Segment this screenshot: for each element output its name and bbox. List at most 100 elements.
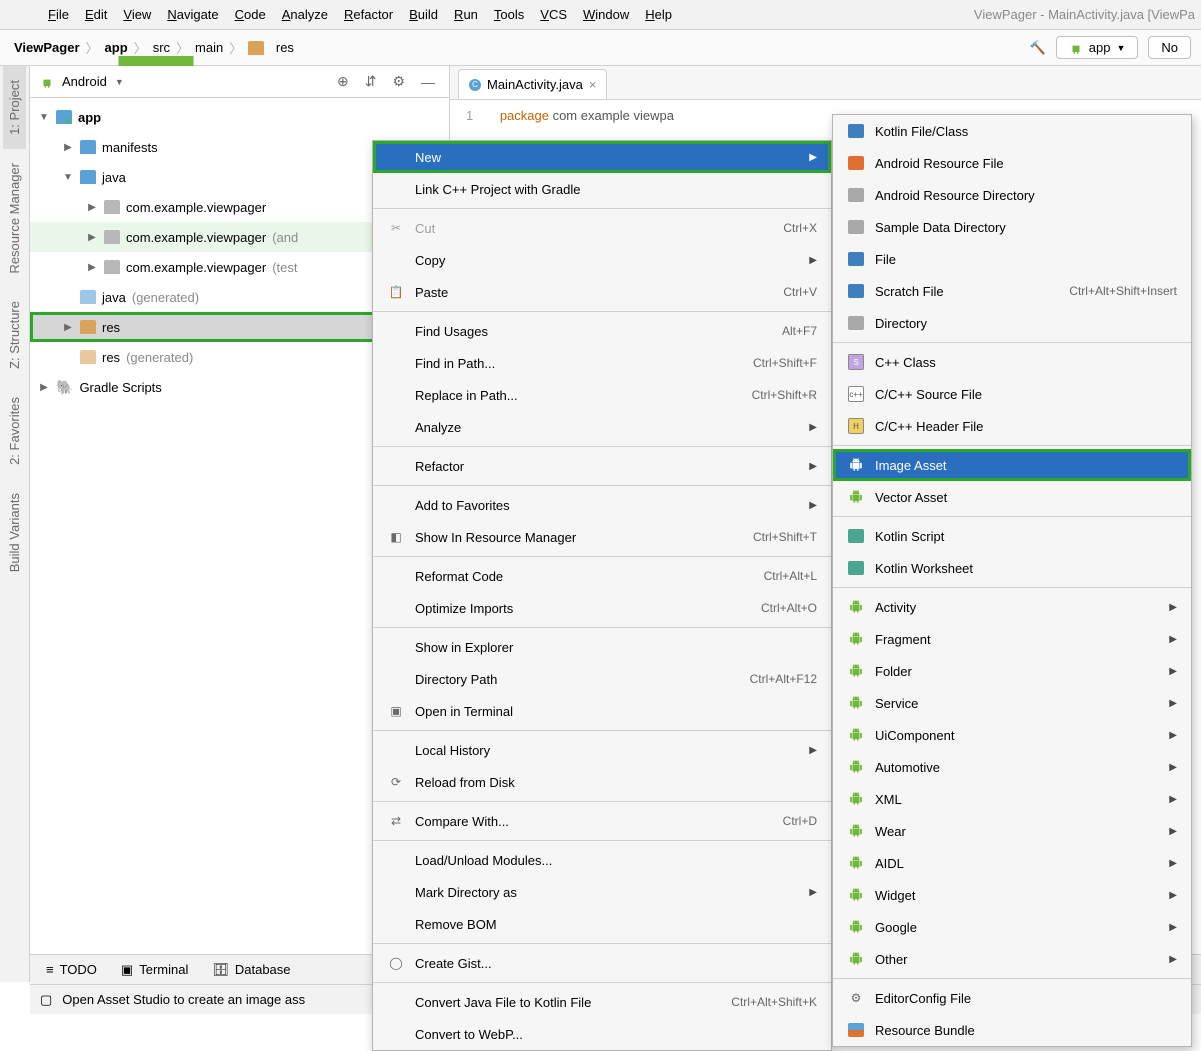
menu-item-sample-data-directory[interactable]: Sample Data Directory [833, 211, 1191, 243]
close-icon[interactable]: × [589, 77, 597, 92]
menu-item-c-c-header-file[interactable]: HC/C++ Header File [833, 410, 1191, 442]
bottom-tab-terminal[interactable]: ▣Terminal [121, 962, 188, 978]
expand-arrow-icon[interactable]: ▶ [62, 142, 74, 153]
menu-tools[interactable]: Tools [486, 7, 532, 22]
device-dropdown[interactable]: No [1148, 36, 1191, 59]
menu-analyze[interactable]: Analyze [274, 7, 336, 22]
expand-arrow-icon[interactable]: ▼ [38, 112, 50, 123]
expand-arrow-icon[interactable]: ▶ [86, 202, 98, 213]
menu-build[interactable]: Build [401, 7, 446, 22]
menu-item-automotive[interactable]: Automotive▶ [833, 751, 1191, 783]
menu-file[interactable]: File [40, 7, 77, 22]
menu-run[interactable]: Run [446, 7, 486, 22]
menu-item-convert-java-file-to-kotlin-file[interactable]: Convert Java File to Kotlin FileCtrl+Alt… [373, 986, 831, 1018]
menu-item-local-history[interactable]: Local History▶ [373, 734, 831, 766]
collapse-all-icon[interactable]: ⇵ [361, 73, 381, 90]
expand-arrow-icon[interactable]: ▼ [62, 172, 74, 183]
menu-item-directory[interactable]: Directory [833, 307, 1191, 339]
menu-navigate[interactable]: Navigate [159, 7, 226, 22]
menu-help[interactable]: Help [637, 7, 680, 22]
select-opened-file-icon[interactable]: ⊕ [333, 73, 353, 90]
expand-arrow-icon[interactable]: ▶ [86, 232, 98, 243]
menu-item-compare-with-[interactable]: ⇄Compare With...Ctrl+D [373, 805, 831, 837]
menu-item-fragment[interactable]: Fragment▶ [833, 623, 1191, 655]
menu-item-kotlin-file-class[interactable]: Kotlin File/Class [833, 115, 1191, 147]
menu-item-reformat-code[interactable]: Reformat CodeCtrl+Alt+L [373, 560, 831, 592]
menu-item-add-to-favorites[interactable]: Add to Favorites▶ [373, 489, 831, 521]
breadcrumb-app[interactable]: app [101, 40, 132, 55]
menu-item-other[interactable]: Other▶ [833, 943, 1191, 975]
menu-vcs[interactable]: VCS [532, 7, 575, 22]
menu-item-copy[interactable]: Copy▶ [373, 244, 831, 276]
menu-item-kotlin-worksheet[interactable]: Kotlin Worksheet [833, 552, 1191, 584]
menu-item-analyze[interactable]: Analyze▶ [373, 411, 831, 443]
hide-icon[interactable]: — [417, 74, 439, 90]
side-tab-1-project[interactable]: 1: Project [3, 66, 26, 149]
run-configuration-dropdown[interactable]: app ▼ [1056, 36, 1139, 59]
menu-item-load-unload-modules-[interactable]: Load/Unload Modules... [373, 844, 831, 876]
expand-arrow-icon[interactable]: ▶ [62, 322, 74, 333]
menu-refactor[interactable]: Refactor [336, 7, 401, 22]
expand-arrow-icon[interactable]: ▶ [86, 262, 98, 273]
tree-item-app[interactable]: ▼app [30, 102, 449, 132]
menu-edit[interactable]: Edit [77, 7, 115, 22]
side-tab-resource-manager[interactable]: Resource Manager [3, 149, 26, 288]
gear-icon[interactable] [388, 73, 409, 90]
menu-item-vector-asset[interactable]: Vector Asset [833, 481, 1191, 513]
bottom-tab-todo[interactable]: ≡TODO [46, 962, 97, 977]
menu-item-link-c-project-with-gradle[interactable]: Link C++ Project with Gradle [373, 173, 831, 205]
breadcrumb-root[interactable]: ViewPager [10, 40, 84, 55]
menu-item-directory-path[interactable]: Directory PathCtrl+Alt+F12 [373, 663, 831, 695]
breadcrumb-src[interactable]: src [149, 40, 174, 55]
menu-item-google[interactable]: Google▶ [833, 911, 1191, 943]
menu-item-c-class[interactable]: SC++ Class [833, 346, 1191, 378]
tree-suffix: (generated) [126, 350, 193, 365]
menu-item-file[interactable]: File [833, 243, 1191, 275]
menu-item-image-asset[interactable]: Image Asset [833, 449, 1191, 481]
menu-item-remove-bom[interactable]: Remove BOM [373, 908, 831, 940]
menu-item-kotlin-script[interactable]: Kotlin Script [833, 520, 1191, 552]
project-view-mode[interactable]: Android [62, 74, 107, 89]
menu-item-replace-in-path-[interactable]: Replace in Path...Ctrl+Shift+R [373, 379, 831, 411]
expand-arrow-icon[interactable]: ▶ [38, 382, 50, 393]
menu-item-xml[interactable]: XML▶ [833, 783, 1191, 815]
breadcrumb-res[interactable]: res [244, 40, 298, 55]
menu-item-folder[interactable]: Folder▶ [833, 655, 1191, 687]
menu-window[interactable]: Window [575, 7, 637, 22]
menu-item-find-in-path-[interactable]: Find in Path...Ctrl+Shift+F [373, 347, 831, 379]
bottom-tab-database[interactable]: 🗄Database [212, 962, 290, 978]
menu-item-uicomponent[interactable]: UiComponent▶ [833, 719, 1191, 751]
menu-item-mark-directory-as[interactable]: Mark Directory as▶ [373, 876, 831, 908]
menu-item-create-gist-[interactable]: ◯Create Gist... [373, 947, 831, 979]
menu-item-editorconfig-file[interactable]: ⚙EditorConfig File [833, 982, 1191, 1014]
menu-item-aidl[interactable]: AIDL▶ [833, 847, 1191, 879]
menu-item-paste[interactable]: 📋PasteCtrl+V [373, 276, 831, 308]
menu-item-show-in-explorer[interactable]: Show in Explorer [373, 631, 831, 663]
menu-item-widget[interactable]: Widget▶ [833, 879, 1191, 911]
side-tab-build-variants[interactable]: Build Variants [3, 479, 26, 586]
menu-item-wear[interactable]: Wear▶ [833, 815, 1191, 847]
menu-item-optimize-imports[interactable]: Optimize ImportsCtrl+Alt+O [373, 592, 831, 624]
menu-item-android-resource-file[interactable]: Android Resource File [833, 147, 1191, 179]
menu-view[interactable]: View [115, 7, 159, 22]
menu-item-scratch-file[interactable]: Scratch FileCtrl+Alt+Shift+Insert [833, 275, 1191, 307]
build-hammer-icon[interactable]: 🔨 [1030, 40, 1046, 56]
menu-item-refactor[interactable]: Refactor▶ [373, 450, 831, 482]
menu-item-show-in-resource-manager[interactable]: ◧Show In Resource ManagerCtrl+Shift+T [373, 521, 831, 553]
breadcrumb-main[interactable]: main [191, 40, 227, 55]
side-tab-2-favorites[interactable]: 2: Favorites [3, 383, 26, 479]
menu-item-service[interactable]: Service▶ [833, 687, 1191, 719]
menu-code[interactable]: Code [227, 7, 274, 22]
side-tab-z-structure[interactable]: Z: Structure [3, 287, 26, 383]
menu-item-open-in-terminal[interactable]: ▣Open in Terminal [373, 695, 831, 727]
menu-item-resource-bundle[interactable]: Resource Bundle [833, 1014, 1191, 1046]
menu-item-reload-from-disk[interactable]: ⟳Reload from Disk [373, 766, 831, 798]
editor-tab-mainactivity[interactable]: C MainActivity.java × [458, 69, 607, 99]
menu-item-convert-to-webp-[interactable]: Convert to WebP... [373, 1018, 831, 1050]
menu-item-find-usages[interactable]: Find UsagesAlt+F7 [373, 315, 831, 347]
menu-item-new[interactable]: New▶ [373, 141, 831, 173]
menu-item-c-c-source-file[interactable]: c++C/C++ Source File [833, 378, 1191, 410]
menu-item-activity[interactable]: Activity▶ [833, 591, 1191, 623]
menu-item-android-resource-directory[interactable]: Android Resource Directory [833, 179, 1191, 211]
menu-label: Copy [415, 253, 445, 268]
